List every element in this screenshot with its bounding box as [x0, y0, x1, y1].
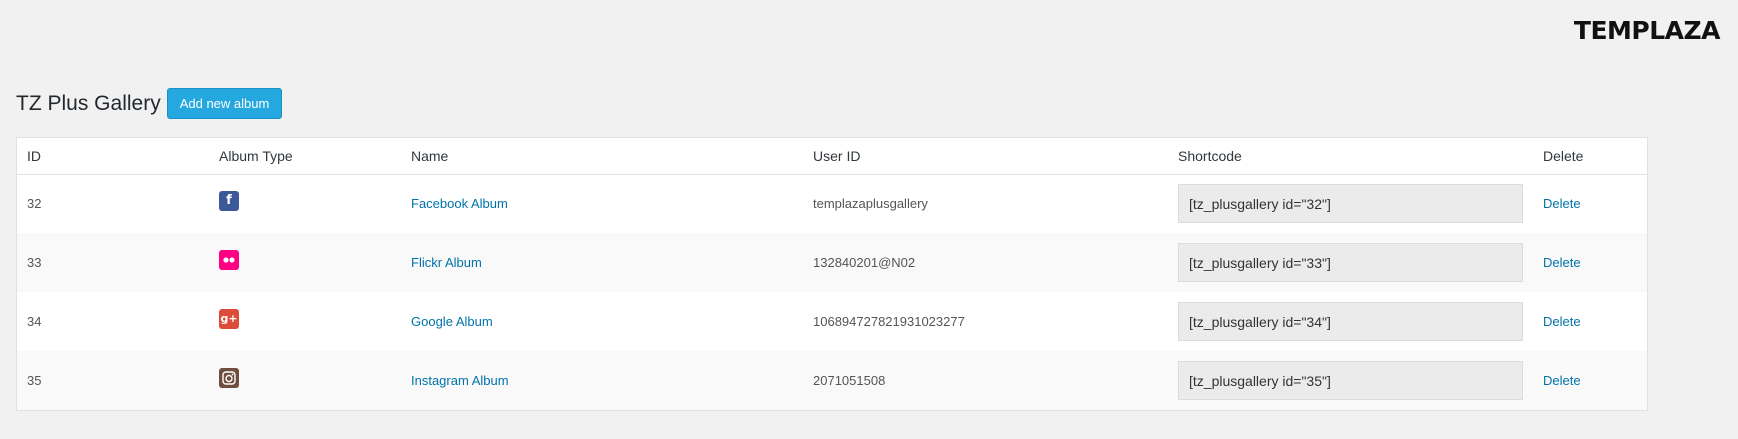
delete-cell: Delete [1533, 351, 1647, 410]
flickr-icon [219, 249, 239, 270]
albums-table-container: ID Album Type Name User ID Shortcode Del… [16, 137, 1648, 411]
album-user-id: templazaplusgallery [813, 196, 928, 212]
facebook-icon: f [219, 190, 239, 211]
column-header-album-type: Album Type [209, 138, 401, 175]
shortcode-cell [1168, 233, 1533, 292]
column-header-delete: Delete [1533, 138, 1647, 175]
add-new-album-button[interactable]: Add new album [166, 88, 283, 119]
album-id: 35 [27, 373, 42, 388]
table-row: 32 f Facebook Album templazaplusgallery … [17, 174, 1647, 233]
album-name-cell: Facebook Album [401, 174, 803, 233]
album-user-id: 2071051508 [813, 373, 886, 388]
delete-link[interactable]: Delete [1543, 314, 1581, 329]
album-type-cell [209, 233, 401, 292]
delete-link[interactable]: Delete [1543, 255, 1581, 270]
album-name-link[interactable]: Facebook Album [411, 196, 508, 211]
shortcode-field[interactable] [1178, 302, 1523, 341]
delete-link[interactable]: Delete [1543, 196, 1581, 211]
table-row: 33 Flickr Album 132840201@N02 Delete [17, 233, 1647, 292]
shortcode-cell [1168, 351, 1533, 410]
column-header-name: Name [401, 138, 803, 175]
album-id: 34 [27, 314, 42, 329]
album-type-cell [209, 351, 401, 410]
album-name-cell: Google Album [401, 292, 803, 351]
shortcode-cell [1168, 292, 1533, 351]
column-header-shortcode: Shortcode [1168, 138, 1533, 175]
shortcode-field[interactable] [1178, 184, 1523, 224]
page-title: TZ Plus Gallery [16, 91, 161, 115]
album-name-link[interactable]: Google Album [411, 314, 493, 329]
albums-table: ID Album Type Name User ID Shortcode Del… [17, 138, 1647, 410]
album-name-cell: Flickr Album [401, 233, 803, 292]
instagram-icon [219, 367, 239, 388]
album-type-cell: g+ [209, 292, 401, 351]
album-id: 32 [27, 196, 42, 212]
templaza-logo: TEMPLAZA [1573, 16, 1721, 45]
album-name-cell: Instagram Album [401, 351, 803, 410]
delete-cell: Delete [1533, 292, 1647, 351]
shortcode-field[interactable] [1178, 361, 1523, 400]
album-name-link[interactable]: Flickr Album [411, 255, 482, 270]
album-id: 33 [27, 255, 42, 270]
delete-cell: Delete [1533, 233, 1647, 292]
album-user-id: 132840201@N02 [813, 255, 916, 270]
album-name-link[interactable]: Instagram Album [411, 373, 509, 388]
google-plus-icon: g+ [219, 308, 239, 329]
shortcode-field[interactable] [1178, 243, 1523, 282]
album-type-cell: f [209, 174, 401, 233]
column-header-id: ID [17, 138, 209, 175]
delete-link[interactable]: Delete [1543, 373, 1581, 388]
table-header-row: ID Album Type Name User ID Shortcode Del… [17, 138, 1647, 175]
table-row: 34 g+ Google Album 106894727821931023277… [17, 292, 1647, 351]
column-header-user-id: User ID [803, 138, 1168, 175]
delete-cell: Delete [1533, 174, 1647, 233]
album-user-id: 106894727821931023277 [813, 314, 965, 329]
shortcode-cell [1168, 174, 1533, 233]
page-header: TZ Plus Gallery Add new album [16, 88, 283, 119]
table-row: 35 Instagram Album 2071051508 Delete [17, 351, 1647, 410]
